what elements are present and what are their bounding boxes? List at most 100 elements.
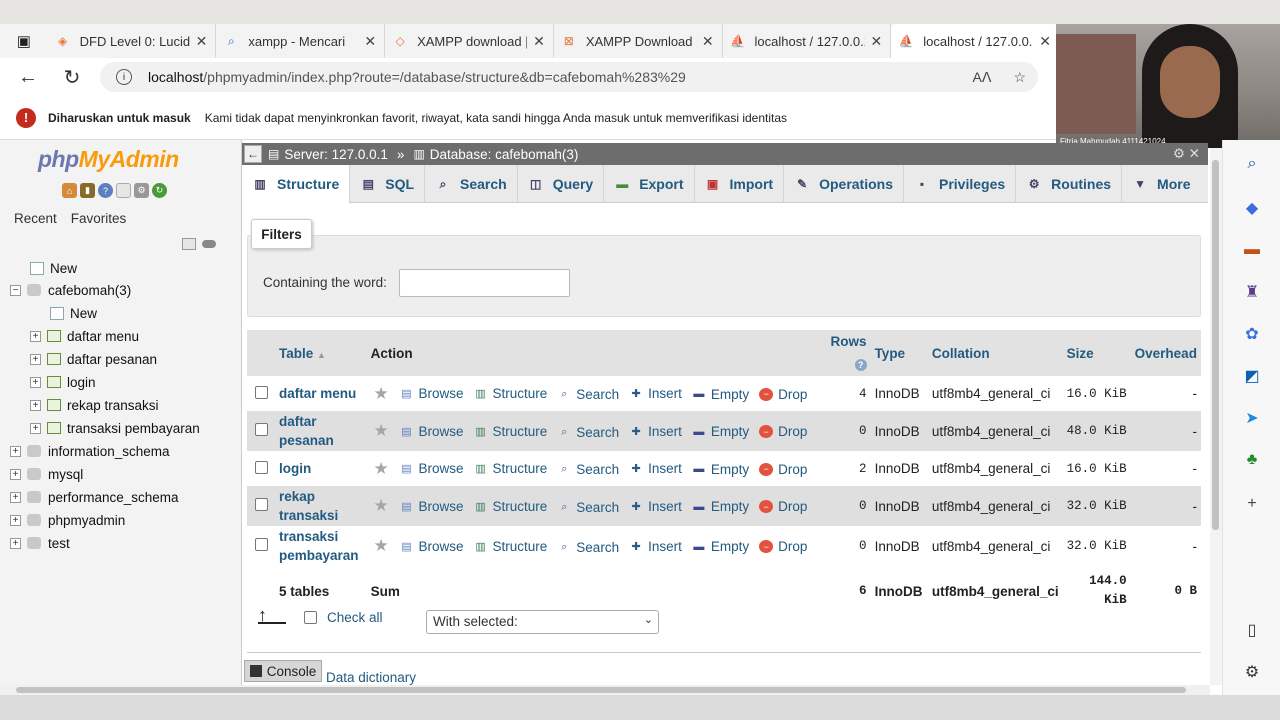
- action-search[interactable]: ⌕ Search: [557, 540, 619, 555]
- pma-logo[interactable]: phpMyAdmin: [38, 146, 179, 173]
- docs-icon[interactable]: [116, 183, 131, 198]
- link-icon[interactable]: [202, 240, 216, 248]
- tab-actions-icon[interactable]: ▣: [0, 24, 48, 58]
- action-empty[interactable]: ▬ Empty: [692, 539, 749, 554]
- action-drop[interactable]: − Drop: [759, 539, 807, 554]
- header-collation[interactable]: Collation: [928, 330, 1063, 376]
- close-icon[interactable]: ✕: [702, 33, 714, 50]
- tab-routines[interactable]: ⚙ Routines: [1016, 165, 1123, 203]
- help-icon[interactable]: ?: [854, 359, 867, 371]
- help-icon[interactable]: ?: [98, 183, 113, 198]
- scroll-thumb[interactable]: [1212, 160, 1219, 530]
- scroll-thumb[interactable]: [16, 687, 1186, 693]
- tab-query[interactable]: ◫ Query: [518, 165, 605, 203]
- action-browse[interactable]: ▤ Browse: [400, 386, 463, 401]
- expand-icon[interactable]: +: [30, 422, 41, 434]
- action-insert[interactable]: ✚ Insert: [629, 539, 681, 554]
- check-all-label[interactable]: Check all: [327, 610, 383, 625]
- tab-import[interactable]: ▣ Import: [695, 165, 785, 203]
- row-checkbox[interactable]: [254, 498, 268, 511]
- back-icon[interactable]: ←: [6, 66, 50, 89]
- header-overhead[interactable]: Overhead: [1131, 330, 1201, 376]
- settings-icon[interactable]: ⚙: [1242, 662, 1262, 682]
- action-structure[interactable]: ▥ Structure: [474, 386, 547, 401]
- action-search[interactable]: ⌕ Search: [557, 500, 619, 515]
- collapse-nav-icon[interactable]: ←: [244, 145, 262, 163]
- url-field[interactable]: i localhost/phpmyadmin/index.php?route=/…: [100, 62, 1038, 92]
- expand-icon[interactable]: +: [10, 491, 21, 503]
- favorite-star-icon[interactable]: ★: [373, 384, 388, 403]
- expand-icon[interactable]: +: [30, 330, 41, 342]
- row-checkbox[interactable]: [254, 460, 268, 474]
- action-structure[interactable]: ▥ Structure: [474, 424, 547, 439]
- header-type[interactable]: Type: [871, 330, 928, 376]
- action-empty[interactable]: ▬ Empty: [692, 387, 749, 402]
- action-browse[interactable]: ▤ Browse: [400, 461, 463, 476]
- copilot-icon[interactable]: ✿: [1242, 324, 1262, 344]
- tree-table-item[interactable]: + rekap transaksi: [0, 394, 242, 416]
- add-icon[interactable]: +: [1242, 494, 1262, 514]
- tree-table-item[interactable]: + transaksi pembayaran: [0, 417, 242, 439]
- send-icon[interactable]: ➤: [1242, 408, 1262, 428]
- browser-tab[interactable]: ◇ XAMPP download | ✕: [385, 24, 554, 58]
- expand-icon[interactable]: +: [30, 353, 41, 365]
- action-insert[interactable]: ✚ Insert: [629, 461, 681, 476]
- expand-icon[interactable]: +: [10, 445, 21, 457]
- logout-icon[interactable]: ▮: [80, 183, 95, 198]
- action-structure[interactable]: ▥ Structure: [474, 539, 547, 554]
- tree-table-item[interactable]: + daftar menu: [0, 325, 242, 347]
- action-structure[interactable]: ▥ Structure: [474, 499, 547, 514]
- tab-operations[interactable]: ✎ Operations: [784, 165, 904, 203]
- row-checkbox[interactable]: [254, 538, 268, 551]
- tab-more[interactable]: ▼ More: [1122, 165, 1200, 203]
- table-name-link[interactable]: login: [279, 459, 311, 478]
- breadcrumb-database[interactable]: Database: cafebomah(3): [430, 147, 579, 162]
- settings-icon[interactable]: ⚙ ✕: [1173, 146, 1200, 162]
- home-icon[interactable]: ⌂: [62, 183, 77, 198]
- action-drop[interactable]: − Drop: [759, 387, 807, 402]
- search-icon[interactable]: ⌕: [1242, 154, 1262, 174]
- tree-db-item[interactable]: + performance_schema: [0, 486, 242, 508]
- row-checkbox[interactable]: [254, 423, 268, 436]
- action-insert[interactable]: ✚ Insert: [629, 386, 681, 401]
- tree-db-item[interactable]: + mysql: [0, 463, 242, 485]
- tree-icon[interactable]: ♣: [1242, 450, 1262, 470]
- expand-icon[interactable]: +: [30, 376, 41, 388]
- tree-db-cafebomah[interactable]: − cafebomah(3): [0, 279, 242, 301]
- settings-icon[interactable]: ⚙: [134, 183, 149, 198]
- header-table[interactable]: Table ▲: [275, 330, 367, 376]
- header-rows[interactable]: Rows?: [821, 330, 870, 376]
- tree-db-item[interactable]: + information_schema: [0, 440, 242, 462]
- tab-sql[interactable]: ▤ SQL: [350, 165, 426, 203]
- action-search[interactable]: ⌕ Search: [557, 425, 619, 440]
- table-name-link[interactable]: transaksi pembayaran: [279, 527, 359, 565]
- browser-tab-active[interactable]: ⛵ localhost / 127.0.0.1 ✕: [891, 24, 1061, 58]
- expand-icon[interactable]: +: [30, 399, 41, 411]
- briefcase-icon[interactable]: ▬: [1242, 240, 1262, 260]
- filter-input[interactable]: [399, 269, 570, 297]
- tab-export[interactable]: ▬ Export: [604, 165, 695, 203]
- close-icon[interactable]: ✕: [196, 33, 208, 50]
- favorites-tab[interactable]: Favorites: [67, 208, 131, 229]
- with-selected-select[interactable]: With selected: ⌄: [426, 610, 659, 634]
- action-drop[interactable]: − Drop: [759, 424, 807, 439]
- collapse-all-icon[interactable]: [182, 238, 196, 250]
- check-all-checkbox[interactable]: [304, 611, 317, 624]
- action-drop[interactable]: − Drop: [759, 499, 807, 514]
- action-structure[interactable]: ▥ Structure: [474, 461, 547, 476]
- action-insert[interactable]: ✚ Insert: [629, 499, 681, 514]
- action-empty[interactable]: ▬ Empty: [692, 499, 749, 514]
- action-empty[interactable]: ▬ Empty: [692, 462, 749, 477]
- action-empty[interactable]: ▬ Empty: [692, 424, 749, 439]
- tab-search[interactable]: ⌕ Search: [425, 165, 518, 203]
- tag-icon[interactable]: ◆: [1242, 198, 1262, 218]
- close-icon[interactable]: ✕: [1039, 33, 1051, 50]
- console-tab[interactable]: Console: [244, 660, 322, 682]
- reload-icon[interactable]: ↻: [152, 183, 167, 198]
- favorite-star-icon[interactable]: ★: [373, 496, 388, 515]
- row-checkbox[interactable]: [254, 385, 268, 399]
- favorite-star-icon[interactable]: ★: [373, 459, 388, 478]
- vertical-scrollbar[interactable]: [1210, 148, 1222, 685]
- read-aloud-icon[interactable]: Aᐱ: [973, 69, 992, 86]
- chess-icon[interactable]: ♜: [1242, 282, 1262, 302]
